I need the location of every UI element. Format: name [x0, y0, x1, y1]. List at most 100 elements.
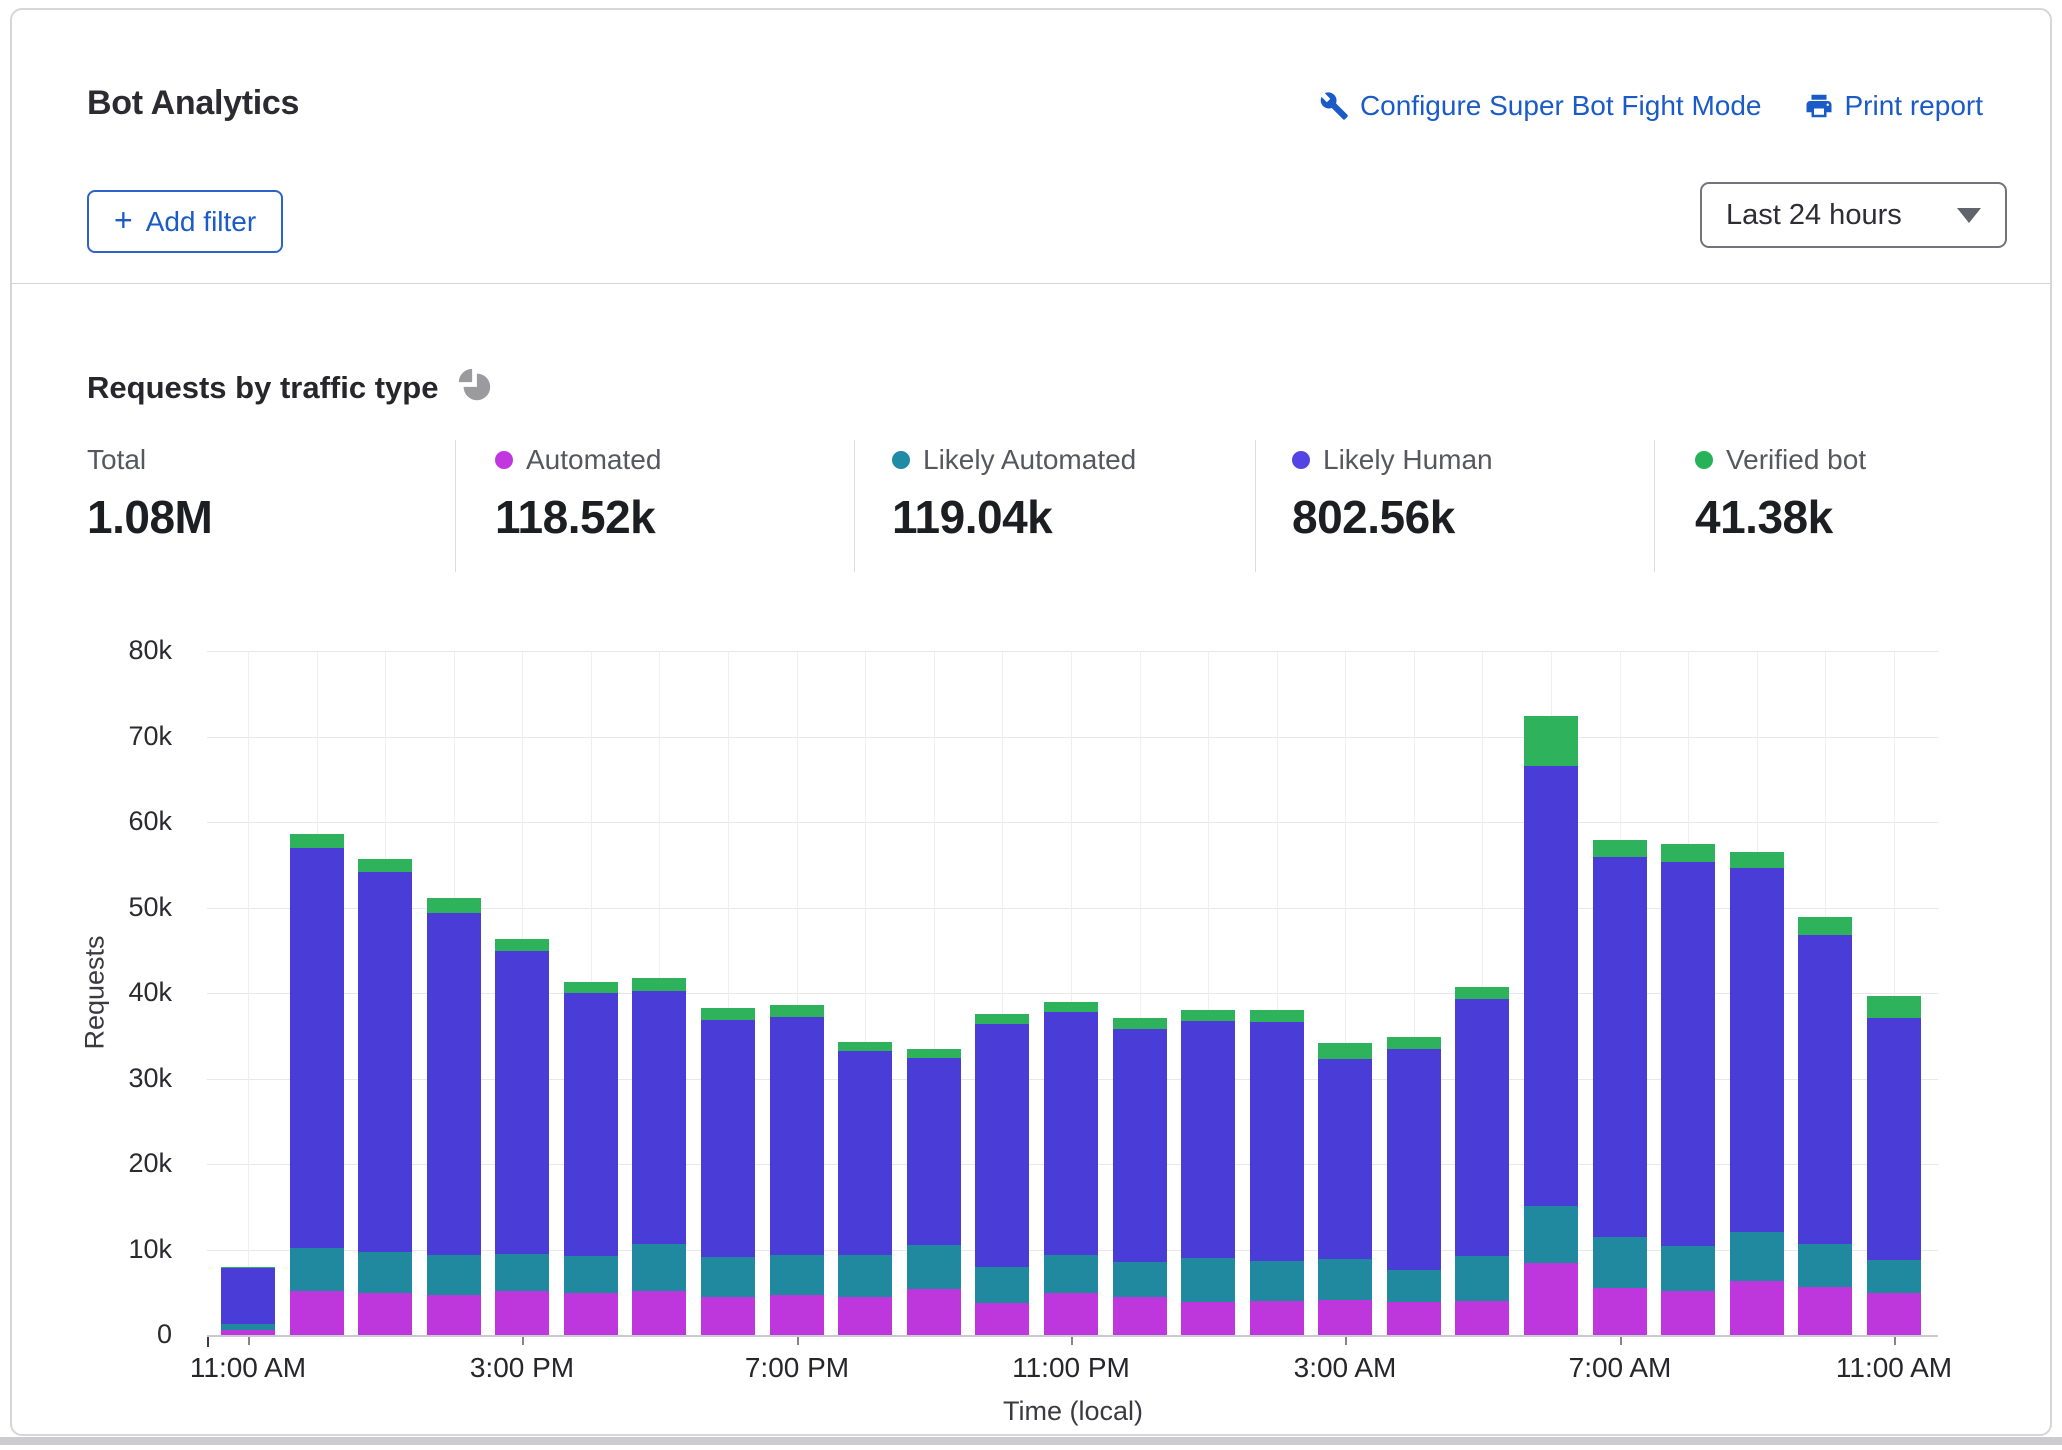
bar-segment-verified-bot[interactable]: [1044, 1002, 1098, 1012]
bar-segment-likely-automated[interactable]: [1593, 1237, 1647, 1288]
bar-segment-automated[interactable]: [701, 1297, 755, 1335]
bar-segment-automated[interactable]: [1455, 1301, 1509, 1335]
bar-segment-automated[interactable]: [427, 1295, 481, 1335]
bar-segment-likely-human[interactable]: [907, 1058, 961, 1245]
stat-verified-bot[interactable]: Verified bot 41.38k: [1695, 442, 2055, 544]
bar-segment-verified-bot[interactable]: [1113, 1018, 1167, 1029]
bar-segment-likely-human[interactable]: [290, 848, 344, 1248]
bar-segment-likely-automated[interactable]: [1867, 1260, 1921, 1293]
bar-segment-automated[interactable]: [907, 1289, 961, 1335]
bar-segment-likely-human[interactable]: [1730, 868, 1784, 1232]
bar-segment-likely-human[interactable]: [495, 951, 549, 1254]
bar-segment-verified-bot[interactable]: [1250, 1010, 1304, 1022]
bar-segment-automated[interactable]: [838, 1297, 892, 1335]
bar-segment-verified-bot[interactable]: [770, 1005, 824, 1017]
bar-segment-verified-bot[interactable]: [838, 1042, 892, 1051]
bar-segment-likely-automated[interactable]: [1455, 1256, 1509, 1301]
bar-segment-automated[interactable]: [632, 1291, 686, 1335]
bar-segment-automated[interactable]: [1318, 1300, 1372, 1335]
bar-segment-verified-bot[interactable]: [1730, 852, 1784, 868]
bar-segment-likely-automated[interactable]: [221, 1324, 275, 1330]
bar-segment-automated[interactable]: [1044, 1293, 1098, 1335]
bar-segment-automated[interactable]: [1181, 1302, 1235, 1335]
bar-segment-likely-human[interactable]: [1867, 1018, 1921, 1260]
bar-segment-likely-automated[interactable]: [1113, 1262, 1167, 1297]
bar-segment-likely-automated[interactable]: [290, 1248, 344, 1291]
bar-segment-verified-bot[interactable]: [1524, 716, 1578, 766]
bar-segment-verified-bot[interactable]: [907, 1049, 961, 1058]
bar-segment-automated[interactable]: [290, 1291, 344, 1335]
bar-segment-likely-automated[interactable]: [495, 1254, 549, 1291]
bar-segment-likely-human[interactable]: [1593, 857, 1647, 1237]
bar-segment-automated[interactable]: [495, 1291, 549, 1335]
bar-segment-automated[interactable]: [975, 1303, 1029, 1335]
bar-segment-likely-human[interactable]: [1387, 1049, 1441, 1270]
stat-automated[interactable]: Automated 118.52k: [495, 442, 855, 544]
bar-segment-likely-human[interactable]: [1113, 1029, 1167, 1262]
bar-segment-likely-automated[interactable]: [1318, 1259, 1372, 1300]
bar-segment-automated[interactable]: [1867, 1293, 1921, 1335]
bar-segment-likely-human[interactable]: [358, 872, 412, 1252]
bar-segment-verified-bot[interactable]: [975, 1014, 1029, 1024]
bar-segment-likely-human[interactable]: [1181, 1021, 1235, 1258]
bar-segment-likely-human[interactable]: [427, 913, 481, 1255]
bar-segment-likely-automated[interactable]: [1044, 1255, 1098, 1293]
bar-segment-likely-human[interactable]: [975, 1024, 1029, 1267]
bar-segment-automated[interactable]: [1730, 1281, 1784, 1335]
bar-segment-likely-automated[interactable]: [1181, 1258, 1235, 1302]
bar-segment-verified-bot[interactable]: [358, 859, 412, 872]
bar-segment-automated[interactable]: [1798, 1287, 1852, 1335]
bar-segment-likely-automated[interactable]: [907, 1245, 961, 1289]
bar-segment-likely-automated[interactable]: [701, 1257, 755, 1297]
bar-segment-automated[interactable]: [1113, 1297, 1167, 1335]
bar-segment-verified-bot[interactable]: [1318, 1043, 1372, 1059]
bar-segment-likely-human[interactable]: [1044, 1012, 1098, 1255]
bar-segment-likely-automated[interactable]: [427, 1255, 481, 1295]
bar-segment-automated[interactable]: [564, 1293, 618, 1335]
bar-segment-automated[interactable]: [358, 1293, 412, 1335]
bar-segment-likely-human[interactable]: [221, 1268, 275, 1324]
bar-segment-likely-human[interactable]: [632, 991, 686, 1244]
bar-segment-likely-automated[interactable]: [975, 1267, 1029, 1303]
bar-segment-verified-bot[interactable]: [701, 1008, 755, 1020]
add-filter-button[interactable]: + Add filter: [87, 190, 283, 253]
bar-segment-likely-human[interactable]: [564, 993, 618, 1256]
bar-segment-likely-automated[interactable]: [1524, 1206, 1578, 1263]
bar-segment-automated[interactable]: [1524, 1263, 1578, 1335]
configure-super-bot-fight-mode-link[interactable]: Configure Super Bot Fight Mode: [1319, 90, 1762, 122]
bar-segment-likely-human[interactable]: [1318, 1059, 1372, 1259]
bar-segment-likely-human[interactable]: [1798, 935, 1852, 1244]
bar-segment-likely-human[interactable]: [838, 1051, 892, 1255]
bar-segment-likely-human[interactable]: [701, 1020, 755, 1257]
bar-segment-verified-bot[interactable]: [427, 898, 481, 913]
bar-segment-automated[interactable]: [1593, 1288, 1647, 1335]
stat-likely-human[interactable]: Likely Human 802.56k: [1292, 442, 1652, 544]
bar-segment-likely-automated[interactable]: [632, 1244, 686, 1291]
bar-segment-automated[interactable]: [770, 1295, 824, 1335]
bar-segment-verified-bot[interactable]: [221, 1267, 275, 1268]
bar-segment-likely-automated[interactable]: [358, 1252, 412, 1293]
bar-segment-likely-human[interactable]: [1250, 1022, 1304, 1261]
bar-segment-verified-bot[interactable]: [564, 982, 618, 993]
bar-segment-automated[interactable]: [1250, 1301, 1304, 1335]
bar-segment-verified-bot[interactable]: [1181, 1010, 1235, 1021]
bar-segment-automated[interactable]: [1661, 1291, 1715, 1335]
bar-segment-verified-bot[interactable]: [495, 939, 549, 951]
bar-segment-automated[interactable]: [221, 1330, 275, 1335]
bar-segment-likely-automated[interactable]: [1387, 1270, 1441, 1302]
bar-segment-verified-bot[interactable]: [1867, 996, 1921, 1018]
bar-segment-likely-automated[interactable]: [1798, 1244, 1852, 1287]
print-report-link[interactable]: Print report: [1804, 90, 1984, 122]
bar-segment-automated[interactable]: [1387, 1302, 1441, 1335]
bar-segment-verified-bot[interactable]: [1455, 987, 1509, 999]
bar-segment-verified-bot[interactable]: [290, 834, 344, 848]
bar-segment-likely-automated[interactable]: [1730, 1232, 1784, 1281]
bar-segment-likely-automated[interactable]: [770, 1255, 824, 1295]
bar-segment-verified-bot[interactable]: [632, 978, 686, 991]
bar-segment-verified-bot[interactable]: [1387, 1037, 1441, 1049]
bar-segment-verified-bot[interactable]: [1661, 844, 1715, 862]
bar-segment-likely-automated[interactable]: [1661, 1246, 1715, 1291]
bar-segment-likely-automated[interactable]: [564, 1256, 618, 1293]
time-range-select[interactable]: Last 24 hours: [1700, 182, 2007, 248]
bar-segment-likely-human[interactable]: [1661, 862, 1715, 1246]
